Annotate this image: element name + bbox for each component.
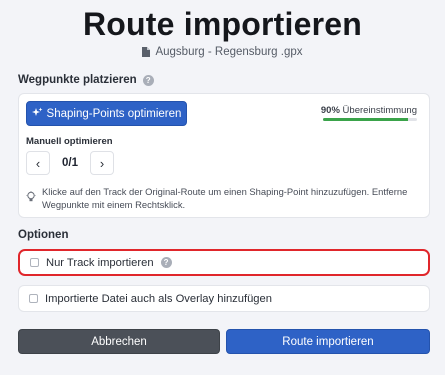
pager-count: 0/1 <box>62 157 78 169</box>
checkbox-icon[interactable] <box>30 258 39 267</box>
match-progress-fill <box>323 118 408 121</box>
match-label: 90% Übereinstimmung <box>321 105 417 116</box>
hint-row: Klicke auf den Track der Original-Route … <box>26 185 419 211</box>
chevron-left-icon[interactable]: ‹ <box>26 151 50 175</box>
hint-text: Klicke auf den Track der Original-Route … <box>42 186 408 210</box>
waypoint-pager: ‹ 0/1 › <box>26 151 114 175</box>
file-icon <box>142 47 151 57</box>
waypoints-section-title: Wegpunkte platzieren <box>18 74 137 86</box>
waypoints-section-label: Wegpunkte platzieren ? <box>18 74 154 86</box>
file-name: Augsburg - Regensburg .gpx <box>155 46 303 58</box>
overlay-option[interactable]: Importierte Datei auch als Overlay hinzu… <box>18 285 430 312</box>
overlay-label: Importierte Datei auch als Overlay hinzu… <box>45 292 272 305</box>
checkbox-icon[interactable] <box>29 294 38 303</box>
optimize-button-label: Shaping-Points optimieren <box>46 107 182 120</box>
chevron-right-icon[interactable]: › <box>90 151 114 175</box>
lightbulb-icon <box>26 191 36 211</box>
import-route-button[interactable]: Route importieren <box>226 329 430 354</box>
page-title: Route importieren <box>83 6 362 42</box>
help-icon[interactable]: ? <box>142 74 154 86</box>
file-name-row: Augsburg - Regensburg .gpx <box>0 46 445 58</box>
track-only-option[interactable]: Nur Track importieren ? <box>18 249 430 276</box>
help-icon[interactable]: ? <box>160 257 172 268</box>
waypoints-card: Shaping-Points optimieren 90% Übereinsti… <box>18 93 430 218</box>
match-percent: 90% <box>320 105 340 116</box>
cancel-button[interactable]: Abbrechen <box>18 329 220 354</box>
match-text: Übereinstimmung <box>342 105 417 116</box>
optimize-shaping-points-button[interactable]: Shaping-Points optimieren <box>26 101 187 126</box>
track-only-label: Nur Track importieren <box>46 256 154 269</box>
manual-optimize-label: Manuell optimieren <box>26 136 113 147</box>
sparkle-icon <box>31 107 43 121</box>
options-section-title: Optionen <box>18 229 69 241</box>
match-progress-bar <box>323 118 417 121</box>
options-section-label: Optionen <box>18 229 68 241</box>
